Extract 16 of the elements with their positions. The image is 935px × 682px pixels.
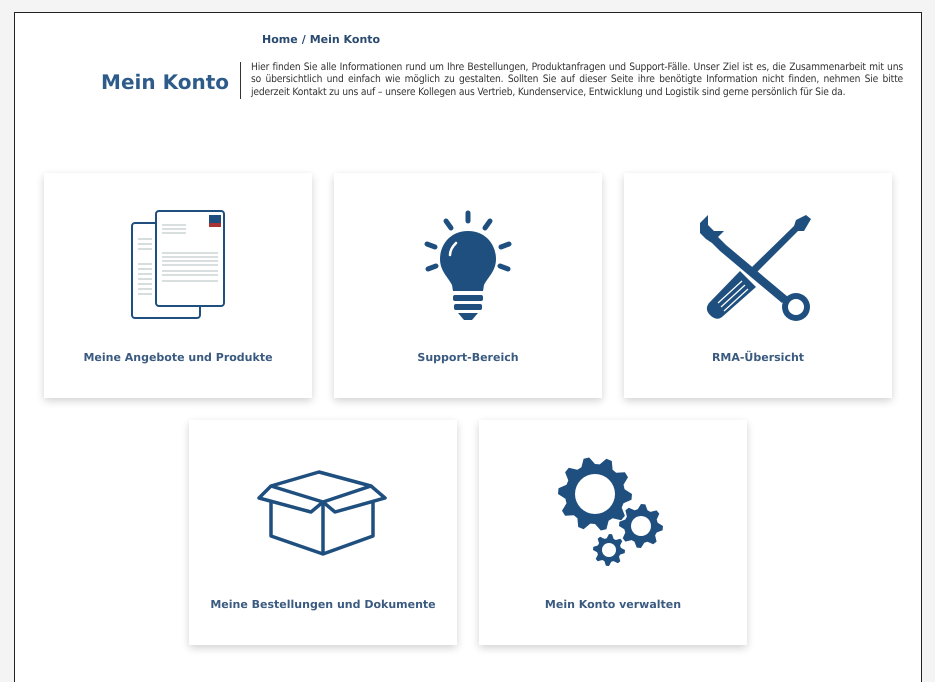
menu-tile[interactable]: RMA-Übersicht bbox=[624, 173, 892, 398]
breadcrumb-link[interactable]: Home bbox=[262, 33, 298, 46]
menu-tile[interactable]: Support-Bereich bbox=[334, 173, 602, 398]
tile-label: Meine Angebote und Produkte bbox=[83, 351, 273, 364]
intro-text: Hier finden Sie alle Informationen rund um Ihre Bestellungen, Produktanfragen und Support-Fälle. Unser Ziel ist es, die Zusammenarbeit mit uns so übersichtlich und einfach wie möglich zu gestalten. Sollten Sie auf dieser Seite ihre benötigte Information nicht finden, nehmen Sie bitte jederzeit Kontakt zu uns auf – unsere Kollegen aus Vertrieb, Kundenservice, Entwicklung und Logistik sind gerne persönlich für Sie da. bbox=[240, 62, 903, 100]
menu-tile[interactable]: Mein Konto verwalten bbox=[479, 420, 747, 646]
tile-label: Mein Konto verwalten bbox=[544, 598, 682, 612]
documents-icon bbox=[130, 209, 226, 322]
breadcrumb-link[interactable]: Mein Konto bbox=[310, 33, 380, 46]
menu-tile[interactable]: Meine Bestellungen und Dokumente bbox=[189, 420, 457, 646]
menu-tile[interactable]: Meine Angebote und Produkte bbox=[44, 173, 312, 398]
tile-label: RMA-Übersicht bbox=[712, 351, 804, 364]
tile-label: Meine Bestellungen und Dokumente bbox=[210, 598, 436, 612]
tile-label: Support-Bereich bbox=[417, 351, 519, 364]
breadcrumb-separator: / bbox=[302, 33, 306, 46]
page-title: Mein Konto bbox=[100, 69, 230, 96]
